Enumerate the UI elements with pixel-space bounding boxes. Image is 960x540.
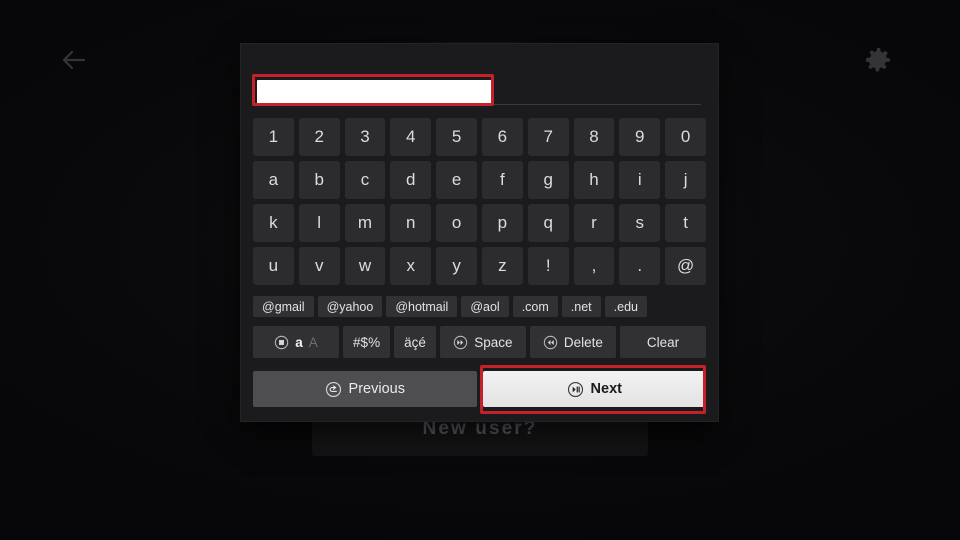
suffix-yahoo[interactable]: @yahoo — [317, 296, 383, 317]
key-k[interactable]: k — [253, 204, 294, 242]
suffix-dot-com[interactable]: .com — [512, 296, 558, 317]
previous-button-label: Previous — [348, 381, 405, 397]
key-p[interactable]: p — [481, 204, 523, 242]
key-i[interactable]: i — [619, 161, 661, 199]
gear-icon[interactable] — [862, 44, 894, 80]
key-v[interactable]: v — [298, 247, 340, 285]
next-button[interactable]: Next — [482, 371, 706, 407]
back-arrow-icon[interactable] — [58, 44, 90, 80]
suffix-dot-net[interactable]: .net — [561, 296, 601, 317]
key-z[interactable]: z — [481, 247, 523, 285]
suffix-dot-edu[interactable]: .edu — [604, 296, 647, 317]
new-user-label: New user? — [422, 418, 538, 439]
key-0[interactable]: 0 — [665, 118, 706, 156]
key-period[interactable]: . — [619, 247, 661, 285]
space-key-label: Space — [474, 334, 513, 350]
email-suffix-row: @gmail @yahoo @hotmail @aol .com .net .e… — [253, 296, 706, 317]
key-at[interactable]: @ — [665, 247, 706, 285]
key-t[interactable]: t — [665, 204, 706, 242]
key-8[interactable]: 8 — [573, 118, 615, 156]
key-d[interactable]: d — [390, 161, 432, 199]
key-b[interactable]: b — [298, 161, 340, 199]
case-toggle-key[interactable]: aA — [253, 326, 340, 358]
key-5[interactable]: 5 — [436, 118, 477, 156]
key-u[interactable]: u — [253, 247, 294, 285]
space-key[interactable]: Space — [439, 326, 526, 358]
key-a[interactable]: a — [253, 161, 294, 199]
key-7[interactable]: 7 — [527, 118, 569, 156]
clear-key[interactable]: Clear — [619, 326, 706, 358]
key-w[interactable]: w — [344, 247, 386, 285]
key-3[interactable]: 3 — [344, 118, 386, 156]
key-comma[interactable]: , — [573, 247, 615, 285]
key-6[interactable]: 6 — [481, 118, 523, 156]
function-key-row: aA #$% äçé Space Delete Clear — [253, 326, 706, 358]
case-upper-label: A — [308, 334, 318, 350]
fast-forward-circle-icon — [453, 335, 468, 350]
accents-key[interactable]: äçé — [394, 326, 436, 358]
back-circle-icon — [325, 381, 342, 398]
key-l[interactable]: l — [298, 204, 340, 242]
delete-key-label: Delete — [563, 334, 603, 350]
symbols-key[interactable]: #$% — [343, 326, 391, 358]
key-e[interactable]: e — [436, 161, 477, 199]
key-o[interactable]: o — [436, 204, 477, 242]
stop-circle-icon — [274, 335, 289, 350]
key-c[interactable]: c — [344, 161, 386, 199]
navigation-row: Previous Next — [253, 371, 706, 407]
key-s[interactable]: s — [619, 204, 661, 242]
key-m[interactable]: m — [344, 204, 386, 242]
suffix-hotmail[interactable]: @hotmail — [386, 296, 458, 317]
key-9[interactable]: 9 — [619, 118, 661, 156]
next-button-label: Next — [590, 381, 622, 397]
key-r[interactable]: r — [573, 204, 615, 242]
input-underline — [257, 104, 701, 105]
case-lower-label: a — [295, 334, 303, 350]
key-f[interactable]: f — [481, 161, 523, 199]
suffix-aol[interactable]: @aol — [461, 296, 509, 317]
key-n[interactable]: n — [390, 204, 432, 242]
key-g[interactable]: g — [527, 161, 569, 199]
onscreen-keyboard-dialog: 1 2 3 4 5 6 7 8 9 0 a b c d e f g h i j … — [241, 44, 718, 421]
rewind-circle-icon — [543, 335, 558, 350]
character-key-grid: 1 2 3 4 5 6 7 8 9 0 a b c d e f g h i j … — [253, 118, 706, 285]
delete-key[interactable]: Delete — [529, 326, 616, 358]
key-exclamation[interactable]: ! — [527, 247, 569, 285]
key-2[interactable]: 2 — [298, 118, 340, 156]
app-screen: New user? 1 2 3 4 5 6 7 8 9 0 a b c d e … — [0, 0, 960, 540]
key-h[interactable]: h — [573, 161, 615, 199]
suffix-gmail[interactable]: @gmail — [253, 296, 314, 317]
key-q[interactable]: q — [527, 204, 569, 242]
text-input-field[interactable] — [257, 80, 493, 104]
play-pause-circle-icon — [567, 381, 584, 398]
key-1[interactable]: 1 — [253, 118, 294, 156]
key-y[interactable]: y — [436, 247, 477, 285]
key-j[interactable]: j — [665, 161, 706, 199]
key-4[interactable]: 4 — [390, 118, 432, 156]
previous-button[interactable]: Previous — [253, 371, 477, 407]
text-input-row — [241, 74, 718, 116]
key-x[interactable]: x — [390, 247, 432, 285]
